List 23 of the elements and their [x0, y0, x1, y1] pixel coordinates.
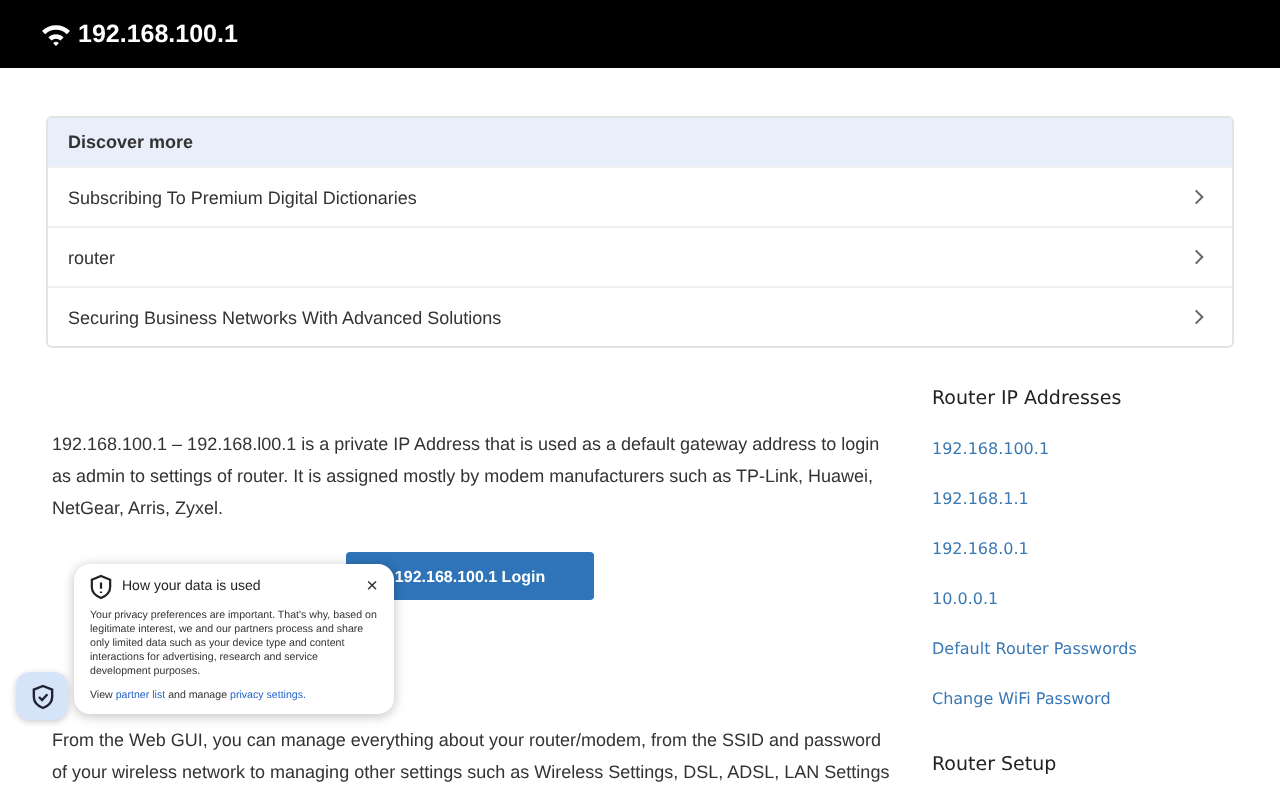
chevron-icon	[1194, 188, 1204, 206]
chevron-icon	[1194, 248, 1204, 266]
sidebar-link[interactable]: 10.0.0.1	[932, 588, 1137, 638]
discover-heading: Discover more	[48, 118, 1232, 166]
body-paragraph: From the Web GUI, you can manage everything about your router/modem, from the SSID and password of your wireless network to managing other settings such as Wireless Settings, DSL, ADSL, LAN Settings	[52, 728, 892, 786]
close-button[interactable]: ×	[366, 577, 378, 597]
sidebar-link[interactable]: 192.168.100.1	[932, 438, 1137, 488]
privacy-button[interactable]	[16, 672, 68, 720]
wifi-icon	[40, 22, 72, 46]
sidebar-link[interactable]: Default Router Passwords	[932, 638, 1137, 688]
discover-item[interactable]: Securing Business Networks With Advanced Solutions	[48, 286, 1232, 346]
site-title: 192.168.100.1	[78, 20, 238, 48]
sidebar-link[interactable]: 192.168.1.1	[932, 488, 1137, 538]
discover-item[interactable]: Subscribing To Premium Digital Dictionaries	[48, 166, 1232, 226]
sidebar-heading: Router Setup	[932, 754, 1059, 780]
discover-item[interactable]: router	[48, 226, 1232, 286]
sidebar-link[interactable]: Change WiFi Password	[932, 688, 1137, 738]
shield-check-icon	[31, 683, 53, 709]
sidebar-link[interactable]: 192.168.0.1	[932, 538, 1137, 588]
shield-icon	[90, 574, 112, 600]
sidebar-heading: Router IP Addresses	[932, 388, 1124, 414]
chevron-icon	[1194, 308, 1204, 326]
intro-paragraph: 192.168.100.1 – 192.168.l00.1 is a private IP Address that is used as a default gateway address to login as admin to settings of router. It is assigned mostly by modem manufacturers such as TP-Link, Huawei, NetGear, Arris, Zyxel.	[52, 432, 882, 522]
